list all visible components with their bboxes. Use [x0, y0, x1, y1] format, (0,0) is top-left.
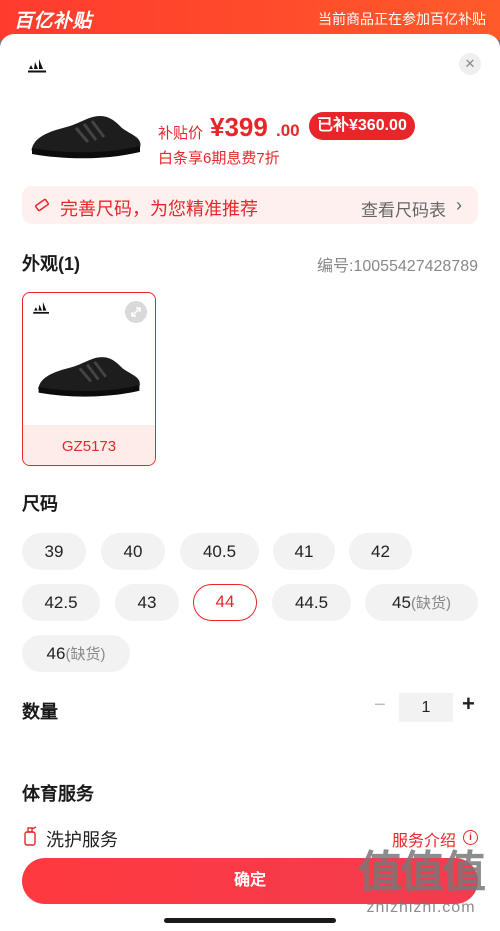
- size-chip[interactable]: 41: [273, 533, 335, 570]
- size-title: 尺码: [22, 494, 58, 514]
- size-chip[interactable]: 39: [22, 533, 86, 570]
- subsidy-logo: 百亿补贴: [14, 11, 93, 32]
- watermark-mark: 值值值: [358, 848, 486, 897]
- wash-bottle-icon: [24, 826, 37, 846]
- installment-offer: 白条享6期息费7折: [158, 150, 280, 167]
- item-number: 编号:10055427428789: [316, 258, 478, 275]
- home-indicator: [164, 918, 336, 923]
- watermark: 值值值 zhizhizhi.com: [358, 848, 486, 917]
- size-banner-text: 完善尺码，为您精准推荐: [60, 199, 258, 219]
- sku-selector-sheet: ✕ 补贴价 ¥399 .00 已补¥360.00 白条享6期息费7折 完善尺码，…: [0, 34, 500, 931]
- size-chart-link[interactable]: 查看尺码表: [361, 196, 446, 221]
- size-chip-out-of-stock[interactable]: 45(缺货): [365, 584, 478, 621]
- variant-image: [38, 357, 140, 397]
- size-chip[interactable]: 40: [101, 533, 165, 570]
- adidas-logo-icon: [28, 59, 46, 73]
- quantity-increase-button[interactable]: +: [462, 691, 475, 717]
- quantity-input[interactable]: 1: [399, 693, 453, 722]
- chevron-right-icon: ›: [456, 195, 462, 215]
- subsidy-price-label: 补贴价: [158, 125, 204, 142]
- appearance-title: 外观(1): [22, 254, 80, 274]
- size-chip[interactable]: 42: [349, 533, 412, 570]
- quantity-decrease-button[interactable]: −: [374, 694, 386, 717]
- size-chip[interactable]: 42.5: [22, 584, 100, 621]
- variant-card-selected[interactable]: GZ5173: [22, 292, 156, 466]
- close-button[interactable]: ✕: [459, 53, 481, 75]
- variant-label: GZ5173: [61, 438, 117, 455]
- size-chip[interactable]: 44.5: [272, 584, 351, 621]
- product-thumbnail: [31, 116, 141, 159]
- wash-service-label: 洗护服务: [46, 830, 118, 850]
- subsidy-note: 当前商品正在参加百亿补贴: [318, 11, 486, 27]
- adidas-logo-icon: [33, 301, 49, 314]
- subsidy-price: ¥399: [210, 112, 268, 142]
- size-chip[interactable]: 40.5: [180, 533, 259, 570]
- ruler-icon: [35, 198, 49, 212]
- size-chip[interactable]: 43: [115, 584, 179, 621]
- close-icon: ✕: [464, 56, 476, 71]
- subsidy-price-cents: .00: [276, 121, 300, 140]
- sports-service-title: 体育服务: [22, 784, 94, 804]
- size-chip-out-of-stock[interactable]: 46(缺货): [22, 635, 130, 672]
- info-icon[interactable]: i: [463, 830, 478, 845]
- quantity-title: 数量: [22, 702, 58, 722]
- subsidy-amount-badge: 已补¥360.00: [309, 112, 415, 140]
- size-chip-selected[interactable]: 44: [193, 584, 257, 621]
- expand-icon[interactable]: [125, 301, 147, 323]
- watermark-text: zhizhizhi.com: [366, 899, 476, 916]
- size-recommendation-banner[interactable]: 完善尺码，为您精准推荐 查看尺码表 ›: [22, 186, 478, 224]
